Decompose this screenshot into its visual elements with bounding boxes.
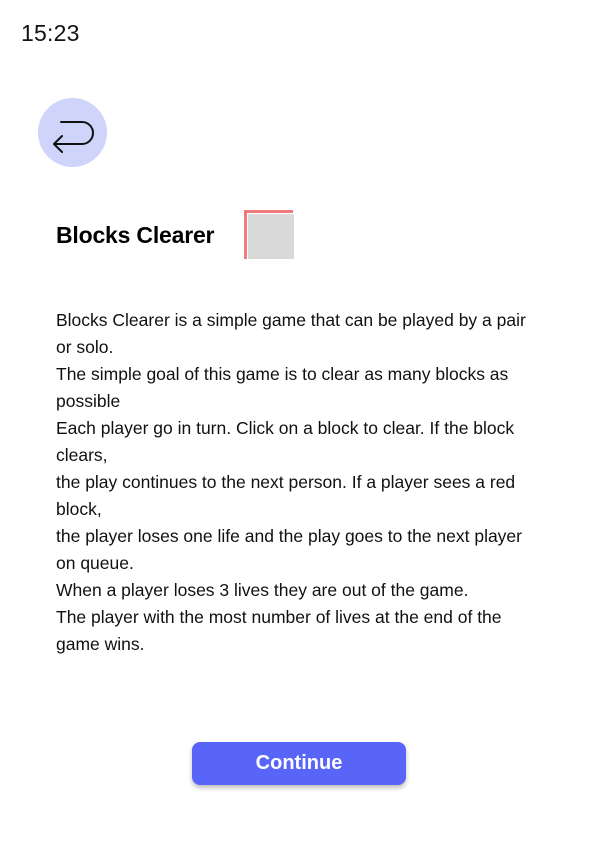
continue-button[interactable]: Continue <box>192 742 406 785</box>
description-line: the player loses one life and the play g… <box>56 526 522 573</box>
return-arrow-icon <box>49 113 97 153</box>
block-icon <box>244 210 294 259</box>
page-title: Blocks Clearer <box>56 221 215 248</box>
back-button[interactable] <box>38 98 107 167</box>
description-line: the play continues to the next person. I… <box>56 472 516 519</box>
description-line: When a player loses 3 lives they are out… <box>56 580 469 600</box>
description-line: Each player go in turn. Click on a block… <box>56 418 515 465</box>
description-line: The simple goal of this game is to clear… <box>56 364 509 411</box>
game-description: Blocks Clearer is a simple game that can… <box>56 307 541 658</box>
description-line: The player with the most number of lives… <box>56 607 502 654</box>
description-line: Blocks Clearer is a simple game that can… <box>56 310 526 357</box>
status-bar-time: 15:23 <box>21 20 80 46</box>
grey-block-square <box>248 214 294 259</box>
title-row: Blocks Clearer <box>56 210 214 260</box>
